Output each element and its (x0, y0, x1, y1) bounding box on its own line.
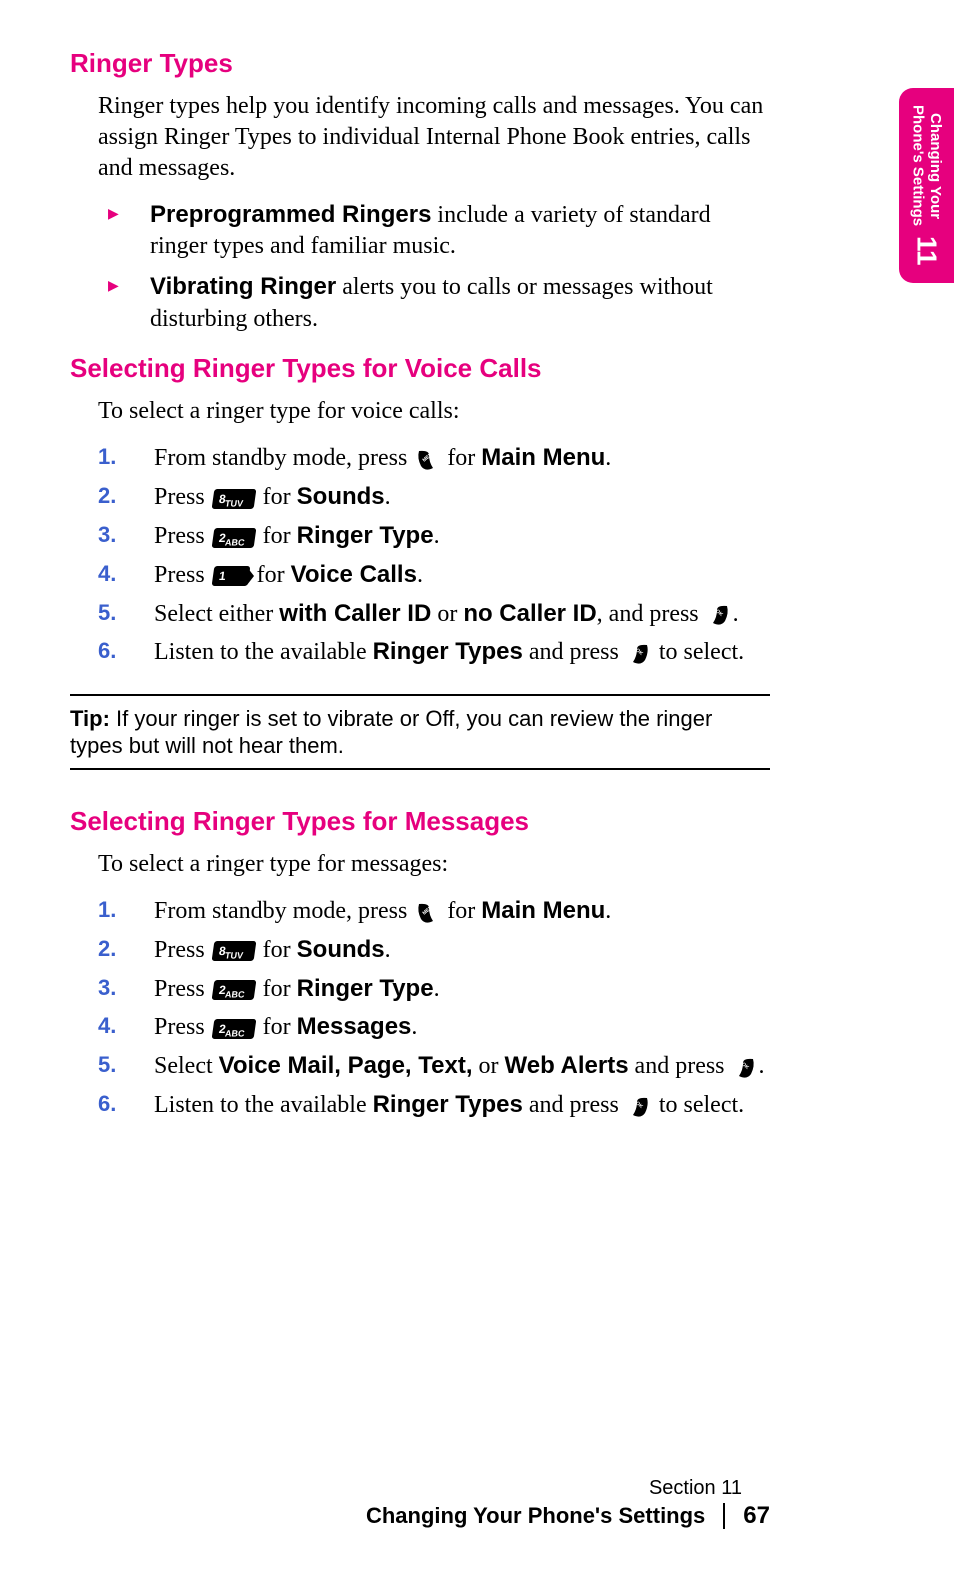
tip-label: Tip: (70, 706, 110, 731)
heading-voice-calls: Selecting Ringer Types for Voice Calls (70, 353, 770, 384)
step: From standby mode, press MENU for Main M… (98, 441, 770, 476)
footer-title: Changing Your Phone's Settings (366, 1503, 725, 1529)
footer-section: Section 11 (70, 1477, 770, 1500)
bullet-preprogrammed: Preprogrammed Ringers include a variety … (106, 199, 770, 263)
ok-key-icon: OK (733, 1056, 757, 1080)
intro-voice: To select a ringer type for voice calls: (98, 396, 770, 427)
section-tab: Changing YourPhone's Settings 11 (899, 88, 954, 283)
bullet-bold: Vibrating Ringer (150, 273, 336, 300)
step: Select either with Caller ID or no Calle… (98, 597, 770, 632)
key-2-icon: 2ABC (211, 528, 256, 548)
menu-key-icon: MENU (415, 448, 439, 472)
step: Press 8TUV for Sounds. (98, 933, 770, 968)
bullet-bold: Preprogrammed Ringers (150, 201, 431, 228)
step: Listen to the available Ringer Types and… (98, 635, 770, 670)
key-2-icon: 2ABC (211, 980, 256, 1000)
steps-voice: From standby mode, press MENU for Main M… (98, 441, 770, 670)
heading-ringer-types: Ringer Types (70, 48, 770, 79)
menu-key-icon: MENU (415, 901, 439, 925)
ok-key-icon: OK (627, 1095, 651, 1119)
step: From standby mode, press MENU for Main M… (98, 894, 770, 929)
ok-key-icon: OK (707, 603, 731, 627)
page-content: Ringer Types Ringer types help you ident… (70, 48, 770, 1147)
bullet-list: Preprogrammed Ringers include a variety … (106, 199, 770, 336)
step: Press 2ABC for Ringer Type. (98, 972, 770, 1007)
page-footer: Section 11 Changing Your Phone's Setting… (70, 1477, 770, 1530)
ok-key-icon: OK (627, 642, 651, 666)
intro-messages: To select a ringer type for messages: (98, 849, 770, 880)
tab-number: 11 (911, 236, 943, 266)
tip-text: If your ringer is set to vibrate or Off,… (70, 706, 712, 758)
key-2-icon: 2ABC (211, 1019, 256, 1039)
key-8-icon: 8TUV (211, 489, 256, 509)
steps-messages: From standby mode, press MENU for Main M… (98, 894, 770, 1123)
tip-box: Tip: If your ringer is set to vibrate or… (70, 694, 770, 770)
step: Press 1 for Voice Calls. (98, 558, 770, 593)
step: Select Voice Mail, Page, Text, or Web Al… (98, 1049, 770, 1084)
key-1-icon: 1 (211, 566, 250, 586)
key-8-icon: 8TUV (211, 941, 256, 961)
bullet-vibrating: Vibrating Ringer alerts you to calls or … (106, 271, 770, 335)
tab-label: Changing YourPhone's Settings (909, 105, 944, 226)
heading-messages: Selecting Ringer Types for Messages (70, 806, 770, 837)
step: Listen to the available Ringer Types and… (98, 1088, 770, 1123)
step: Press 2ABC for Ringer Type. (98, 519, 770, 554)
footer-page-number: 67 (743, 1502, 770, 1530)
step: Press 2ABC for Messages. (98, 1010, 770, 1045)
step: Press 8TUV for Sounds. (98, 480, 770, 515)
intro-paragraph: Ringer types help you identify incoming … (98, 91, 770, 185)
